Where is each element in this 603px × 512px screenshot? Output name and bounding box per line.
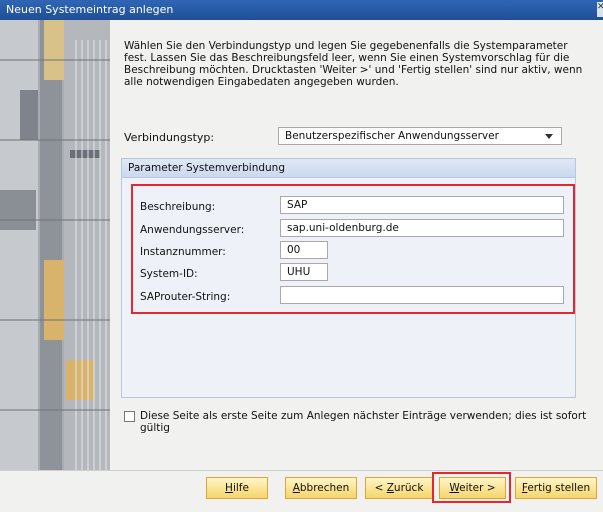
instanznummer-label: Instanznummer: [140, 246, 226, 258]
window-title: Neuen Systemeintrag anlegen [6, 3, 174, 16]
anwendungsserver-label: Anwendungsserver: [140, 224, 245, 236]
back-button[interactable]: < Zurück [365, 477, 433, 499]
params-group-title: Parameter Systemverbindung [128, 162, 285, 174]
saprouter-label: SAProuter-String: [140, 291, 231, 303]
connection-type-dropdown[interactable]: Benutzerspezifischer Anwendungsserver [278, 127, 562, 145]
wizard-banner-image [0, 20, 110, 470]
close-icon[interactable]: ✕ [597, 2, 603, 17]
saprouter-input[interactable] [280, 286, 564, 304]
finish-button[interactable]: Fertig stellen [515, 477, 597, 499]
chevron-down-icon[interactable] [545, 134, 553, 139]
instanznummer-input[interactable]: 00 [280, 241, 328, 259]
system-id-input[interactable]: UHU [280, 263, 328, 281]
connection-type-value: Benutzerspezifischer Anwendungsserver [285, 130, 499, 142]
help-button[interactable]: Hilfe [206, 477, 268, 499]
params-group-header: Parameter Systemverbindung [122, 159, 575, 178]
connection-type-label: Verbindungstyp: [124, 131, 215, 144]
highlight-frame-next [432, 472, 511, 503]
beschreibung-input[interactable]: SAP [280, 196, 564, 214]
cancel-button[interactable]: Abbrechen [285, 477, 357, 499]
first-page-checkbox[interactable] [124, 411, 135, 422]
first-page-checkbox-label: Diese Seite als erste Seite zum Anlegen … [140, 410, 587, 434]
footer-divider [0, 470, 603, 471]
intro-text: Wählen Sie den Verbindungstyp und legen … [124, 40, 583, 88]
system-id-label: System-ID: [140, 268, 198, 280]
beschreibung-label: Beschreibung: [140, 201, 216, 213]
title-bar: Neuen Systemeintrag anlegen ✕ [0, 0, 603, 20]
anwendungsserver-input[interactable]: sap.uni-oldenburg.de [280, 219, 564, 237]
